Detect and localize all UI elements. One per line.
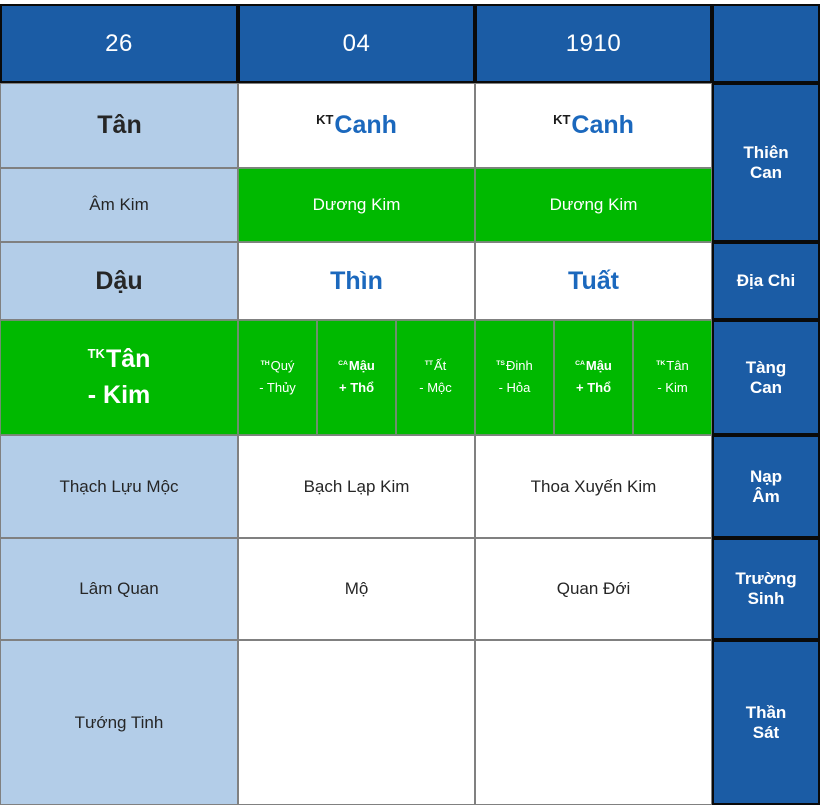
- tang-can-month-cell-1: THQuý - Thủy: [238, 320, 317, 435]
- tang-can-year-2-element: + Thổ: [575, 380, 612, 395]
- nap-am-year: Thoa Xuyến Kim: [475, 435, 712, 538]
- row-label-thien-can: Thiên Can: [712, 83, 820, 242]
- tang-can-year-2-stem: Mậu: [585, 358, 612, 374]
- tang-can-year-cell-2: CAMậu + Thổ: [554, 320, 633, 435]
- dia-chi-day: Dậu: [0, 242, 238, 320]
- bazi-chart-table: 26 04 1910 Tân KTCanh KTCanh Thiên Can Â…: [0, 0, 820, 809]
- row-label-truong-sinh: Trường Sinh: [712, 538, 820, 640]
- header-year: 1910: [475, 4, 712, 83]
- tang-can-year-1-sup: TS: [496, 359, 505, 367]
- thien-can-element-year: Dương Kim: [475, 168, 712, 242]
- row-label-tang-can-line2: Can: [749, 377, 783, 397]
- thien-can-day: Tân: [0, 83, 238, 168]
- tang-can-year-2-sup: CA: [575, 359, 585, 367]
- row-label-nap-am: Nạp Âm: [712, 435, 820, 538]
- row-label-tang-can: Tàng Can: [712, 320, 820, 435]
- thien-can-month-sup: KT: [316, 111, 334, 127]
- tang-can-year-1-element: - Hỏa: [498, 380, 531, 395]
- tang-can-day-stem: Tân: [105, 345, 151, 374]
- truong-sinh-year: Quan Đới: [475, 538, 712, 640]
- row-label-truong-sinh-line2: Sinh: [747, 589, 785, 608]
- row-label-nap-am-line1: Nạp: [749, 466, 783, 486]
- tang-can-year-3-element: - Kim: [657, 380, 688, 395]
- tang-can-month-1-stem: Quý: [270, 358, 295, 374]
- thien-can-element-day: Âm Kim: [0, 168, 238, 242]
- tang-can-month-cell-3: TTẤt - Mộc: [396, 320, 475, 435]
- tang-can-month-3-element: - Mộc: [419, 380, 452, 395]
- tang-can-year-3-stem: Tân: [666, 358, 689, 374]
- tang-can-year-cell-3: TKTân - Kim: [633, 320, 712, 435]
- thien-can-month-name: Canh: [334, 111, 397, 140]
- row-label-truong-sinh-line1: Trường: [735, 569, 797, 589]
- header-day: 26: [0, 4, 238, 83]
- tang-can-day-cell: TKTân - Kim: [0, 320, 238, 435]
- header-corner: [712, 4, 820, 83]
- tang-can-month-2-sup: CA: [338, 359, 348, 367]
- row-label-than-sat-line2: Sát: [752, 722, 780, 742]
- tang-can-month-3-stem: Ất: [433, 358, 447, 374]
- than-sat-day: Tướng Tinh: [0, 640, 238, 805]
- tang-can-month-3-sup: TT: [424, 359, 433, 367]
- dia-chi-month: Thìn: [238, 242, 475, 320]
- thien-can-month: KTCanh: [238, 83, 475, 168]
- thien-can-year-sup: KT: [553, 111, 571, 127]
- tang-can-day-element: - Kim: [87, 381, 151, 409]
- truong-sinh-month: Mộ: [238, 538, 475, 640]
- thien-can-element-month: Dương Kim: [238, 168, 475, 242]
- thien-can-day-name: Tân: [97, 111, 142, 140]
- thien-can-year: KTCanh: [475, 83, 712, 168]
- row-label-than-sat-line1: Thần: [745, 702, 787, 722]
- row-label-thien-can-line1: Thiên: [743, 142, 789, 162]
- row-label-nap-am-line2: Âm: [752, 486, 780, 506]
- nap-am-day: Thạch Lựu Mộc: [0, 435, 238, 538]
- tang-can-month-1-sup: TH: [260, 359, 270, 367]
- tang-can-month-2-element: + Thổ: [338, 380, 375, 395]
- tang-can-year-1-stem: Đinh: [505, 358, 533, 374]
- tang-can-year-3-sup: TK: [656, 359, 666, 367]
- tang-can-month-2-stem: Mậu: [348, 358, 375, 374]
- than-sat-month: [238, 640, 475, 805]
- nap-am-month: Bạch Lạp Kim: [238, 435, 475, 538]
- row-label-than-sat: Thần Sát: [712, 640, 820, 805]
- tang-can-month-cell-2: CAMậu + Thổ: [317, 320, 396, 435]
- than-sat-year: [475, 640, 712, 805]
- header-month: 04: [238, 4, 475, 83]
- tang-can-year-cell-1: TSĐinh - Hỏa: [475, 320, 554, 435]
- thien-can-year-name: Canh: [571, 111, 634, 140]
- row-label-thien-can-line2: Can: [749, 162, 783, 182]
- row-label-dia-chi: Địa Chi: [712, 242, 820, 320]
- tang-can-day-sup: TK: [87, 345, 105, 361]
- tang-can-month-1-element: - Thủy: [259, 380, 296, 395]
- truong-sinh-day: Lâm Quan: [0, 538, 238, 640]
- row-label-tang-can-line1: Tàng: [745, 357, 787, 377]
- dia-chi-year: Tuất: [475, 242, 712, 320]
